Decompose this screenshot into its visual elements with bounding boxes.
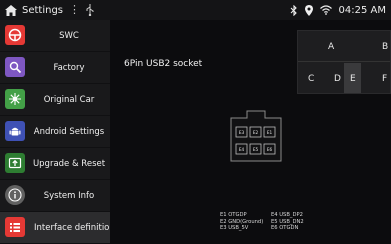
home-icon[interactable] [5, 4, 17, 16]
location-icon [304, 4, 313, 16]
socket-key-f[interactable]: F [382, 74, 387, 84]
sidebar-item-original-car[interactable]: Original Car [0, 84, 110, 116]
pin-label: E3 [239, 130, 245, 135]
pin-label: E6 [267, 147, 273, 152]
sidebar-item-label: Factory [53, 62, 85, 73]
sidebar-item-android-settings[interactable]: Android Settings [0, 116, 110, 148]
original-car-icon [5, 89, 25, 109]
sidebar-item-factory[interactable]: Factory [0, 52, 110, 84]
section-title: 6Pin USB2 socket [124, 59, 203, 69]
list-icon [5, 217, 25, 237]
sidebar-item-system-info[interactable]: System Info [0, 180, 110, 212]
pin-label: E2 [253, 130, 259, 135]
socket-key-e[interactable]: E [350, 74, 356, 84]
wifi-icon [319, 5, 332, 15]
sidebar-item-upgrade-reset[interactable]: Upgrade & Reset [0, 148, 110, 180]
pin-legend-entry: E4 USB_DP2 [271, 212, 303, 218]
pin-legend-left: E1 OTGDP E2 GND(Ground) E3 USB_5V [220, 212, 263, 232]
steering-wheel-icon [5, 25, 25, 45]
socket-key-d[interactable]: D [334, 74, 341, 84]
factory-icon [5, 57, 25, 77]
main-panel: 6Pin USB2 socket A B C D E F E3 E2 E1 E4… [110, 20, 391, 244]
sidebar: SWC Factory Original Car Android Setting… [0, 20, 115, 244]
socket-key-c[interactable]: C [308, 74, 314, 84]
sidebar-item-label: Android Settings [33, 126, 105, 137]
sidebar-item-label: Upgrade & Reset [32, 158, 106, 169]
socket-key-a[interactable]: A [328, 42, 334, 52]
status-bar: Settings ⋮ 04:25 AM [0, 0, 391, 20]
pin-legend-right: E4 USB_DP2 E5 USB_DN2 E6 OTGDN [271, 212, 304, 232]
sidebar-item-label: SWC [59, 30, 79, 41]
upgrade-icon [5, 153, 25, 173]
pin-legend-entry: E6 OTGDN [271, 225, 299, 231]
android-icon [5, 121, 25, 141]
usb-socket-diagram: E3 E2 E1 E4 E5 E6 [230, 110, 282, 162]
pin-label: E4 [239, 147, 245, 152]
sidebar-item-swc[interactable]: SWC [0, 20, 110, 52]
usb-icon [86, 4, 94, 16]
bluetooth-icon [290, 4, 297, 16]
sidebar-item-label: System Info [43, 190, 95, 201]
socket-key-b[interactable]: B [382, 42, 388, 52]
pin-legend-entry: E3 USB_5V [220, 225, 249, 231]
sidebar-item-interface-definition[interactable]: Interface definition [0, 212, 115, 244]
socket-selector: A B C D E F [297, 30, 391, 94]
pin-label: E5 [253, 147, 259, 152]
more-menu-icon[interactable]: ⋮ [69, 4, 80, 15]
sidebar-item-label: Interface definition [34, 222, 115, 233]
sidebar-item-label: Original Car [43, 94, 95, 105]
divider [298, 61, 390, 62]
info-icon [5, 185, 25, 205]
clock: 04:25 AM [338, 4, 386, 16]
pin-label: E1 [267, 130, 273, 135]
app-title: Settings [22, 4, 64, 16]
